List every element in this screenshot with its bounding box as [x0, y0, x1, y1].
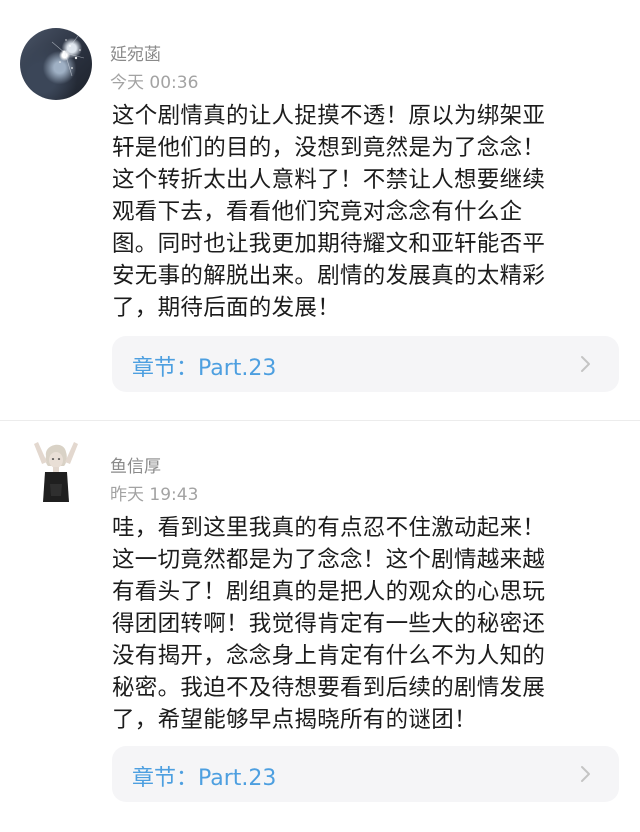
nebula-avatar-icon [51, 35, 85, 77]
comment-item: 鱼信厚 昨天 19:43 哇，看到这里我真的有点忍不住激动起来！ 这一切竟然都是… [0, 420, 640, 832]
username[interactable]: 鱼信厚 [110, 452, 161, 477]
comment-item: 延宛菡 今天 00:36 这个剧情真的让人捉摸不透！原以为绑架亚 轩是他们的目的… [0, 0, 640, 410]
comment-line: 了，希望能够早点揭晓所有的谜团！ [112, 707, 477, 733]
comment-line: 观看下去，看看他们究竟对念念有什么企 [112, 199, 523, 225]
comment-line: 这个剧情真的让人捉摸不透！原以为绑架亚 [112, 103, 546, 129]
comment-line: 图。同时也让我更加期待耀文和亚轩能否平 [112, 231, 546, 257]
timestamp: 昨天 19:43 [110, 485, 199, 505]
comment-line: 这个转折太出人意料了！不禁让人想要继续 [112, 167, 546, 193]
comment-text: 哇，看到这里我真的有点忍不住激动起来！ 这一切竟然都是为了念念！这个剧情越来越 … [112, 512, 622, 736]
comment-line: 得团团转啊！我觉得肯定有一些大的秘密还 [112, 611, 546, 637]
chapter-link[interactable]: 章节：Part.23 [112, 336, 619, 392]
person-avatar-icon [34, 442, 78, 502]
comment-text: 这个剧情真的让人捉摸不透！原以为绑架亚 轩是他们的目的，没想到竟然是为了念念！ … [112, 100, 622, 324]
username[interactable]: 延宛菡 [110, 40, 161, 65]
avatar[interactable] [20, 28, 92, 100]
comment-line: 了，期待后面的发展！ [112, 295, 341, 321]
comment-line: 这一切竟然都是为了念念！这个剧情越来越 [112, 547, 546, 573]
avatar[interactable] [20, 434, 92, 506]
chapter-label: 章节：Part.23 [132, 356, 277, 381]
comment-line: 有看头了！剧组真的是把人的观众的心思玩 [112, 579, 546, 605]
comment-line: 轩是他们的目的，没想到竟然是为了念念！ [112, 135, 546, 161]
timestamp: 今天 00:36 [110, 73, 199, 93]
chapter-label: 章节：Part.23 [132, 766, 277, 791]
comment-line: 没有揭开，念念身上肯定有什么不为人知的 [112, 643, 546, 669]
comment-line: 哇，看到这里我真的有点忍不住激动起来！ [112, 515, 546, 541]
chevron-right-icon [581, 356, 590, 372]
chevron-right-icon [581, 766, 590, 782]
chapter-link[interactable]: 章节：Part.23 [112, 746, 619, 802]
comment-line: 安无事的解脱出来。剧情的发展真的太精彩 [112, 263, 546, 289]
comment-line: 秘密。我迫不及待想要看到后续的剧情发展 [112, 675, 546, 701]
